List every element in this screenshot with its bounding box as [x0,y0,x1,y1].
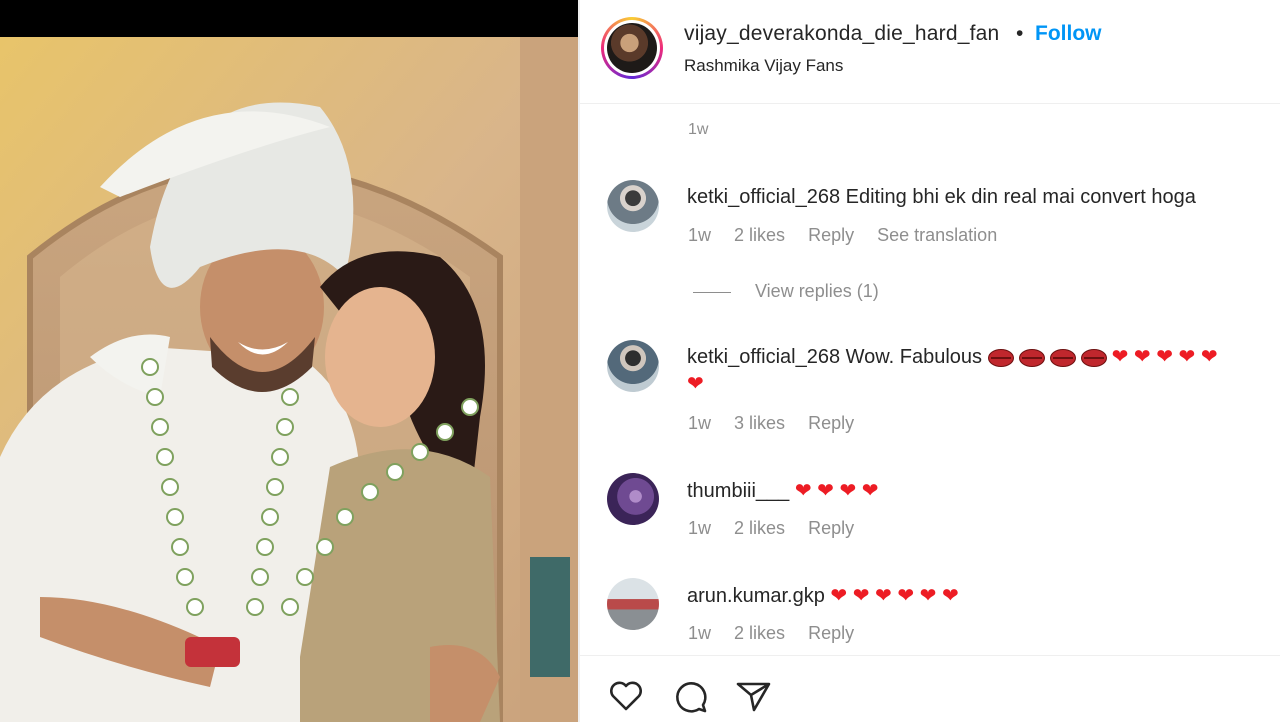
instagram-post-view: vijay_deverakonda_die_hard_fan • Follow … [0,0,1280,722]
comment-time: 1w [688,518,712,538]
post-photo[interactable] [0,37,578,722]
comment-body: arun.kumar.gkp ❤ ❤ ❤ ❤ ❤ ❤ [687,583,959,608]
reply-button[interactable]: Reply [808,623,854,643]
share-icon[interactable] [734,676,774,716]
comment-time: 1w [688,623,712,643]
post-header: vijay_deverakonda_die_hard_fan • Follow … [580,0,1280,104]
reply-button[interactable]: Reply [808,225,854,245]
comment-meta: 1w 3 likes Reply [688,413,872,434]
comment-text: Editing bhi ek din real mai convert hoga [845,186,1196,208]
commenter-avatar[interactable] [607,180,659,232]
view-replies-button[interactable]: View replies (1) [693,281,879,302]
reply-button[interactable]: Reply [808,518,854,538]
heart-emoji-line2: ❤ [687,373,704,395]
comment-meta: 1w 2 likes Reply [688,623,872,644]
heart-emoji-group: ❤ ❤ ❤ ❤ [794,480,879,502]
lips-emoji [1049,348,1076,367]
comment-meta: 1w 2 likes Reply See translation [688,225,1015,246]
commenter-username[interactable]: arun.kumar.gkp [687,585,825,607]
comment-icon[interactable] [670,676,710,716]
commenter-avatar[interactable] [607,340,659,392]
replies-line [693,291,731,293]
comment-body: ketki_official_268 Wow. Fabulous ❤ ❤ ❤ ❤… [687,344,1218,369]
avatar-image [607,23,657,73]
author-username[interactable]: vijay_deverakonda_die_hard_fan [684,22,999,46]
lips-emoji-group [987,346,1112,368]
comment-likes[interactable]: 2 likes [734,225,785,245]
lips-emoji [987,348,1014,367]
commenter-avatar[interactable] [607,578,659,630]
see-translation-button[interactable]: See translation [877,225,997,245]
comments-panel: vijay_deverakonda_die_hard_fan • Follow … [580,0,1280,722]
commenter-username[interactable]: thumbiii___ [687,480,789,502]
heart-emoji-group: ❤ ❤ ❤ ❤ ❤ ❤ [830,585,959,607]
commenter-username[interactable]: ketki_official_268 [687,346,840,368]
comment-likes[interactable]: 3 likes [734,413,785,433]
comment-body: ketki_official_268 Editing bhi ek din re… [687,186,1196,209]
heart-icon[interactable] [606,676,646,716]
view-replies-label: View replies (1) [755,281,879,301]
comment-meta: 1w 2 likes Reply [688,518,872,539]
comment-text: Wow. Fabulous [845,346,983,368]
header-separator: • [1016,22,1024,45]
reply-button[interactable]: Reply [808,413,854,433]
heart-emoji-group: ❤ ❤ ❤ ❤ ❤ [1111,346,1218,368]
lips-emoji [1018,348,1045,367]
comment-time: 1w [688,413,712,433]
comment-likes[interactable]: 2 likes [734,518,785,538]
caption-timestamp: 1w [688,121,709,138]
author-subtitle[interactable]: Rashmika Vijay Fans [684,56,843,76]
post-actions-bar [580,655,1280,723]
commenter-username[interactable]: ketki_official_268 [687,186,840,208]
lips-emoji [1080,348,1107,367]
commenter-avatar[interactable] [607,473,659,525]
author-avatar[interactable] [601,17,663,79]
follow-button[interactable]: Follow [1035,22,1102,46]
photo-top-bar [0,0,578,37]
comment-likes[interactable]: 2 likes [734,623,785,643]
comment-body: thumbiii___ ❤ ❤ ❤ ❤ [687,478,879,503]
comment-time: 1w [688,225,712,245]
